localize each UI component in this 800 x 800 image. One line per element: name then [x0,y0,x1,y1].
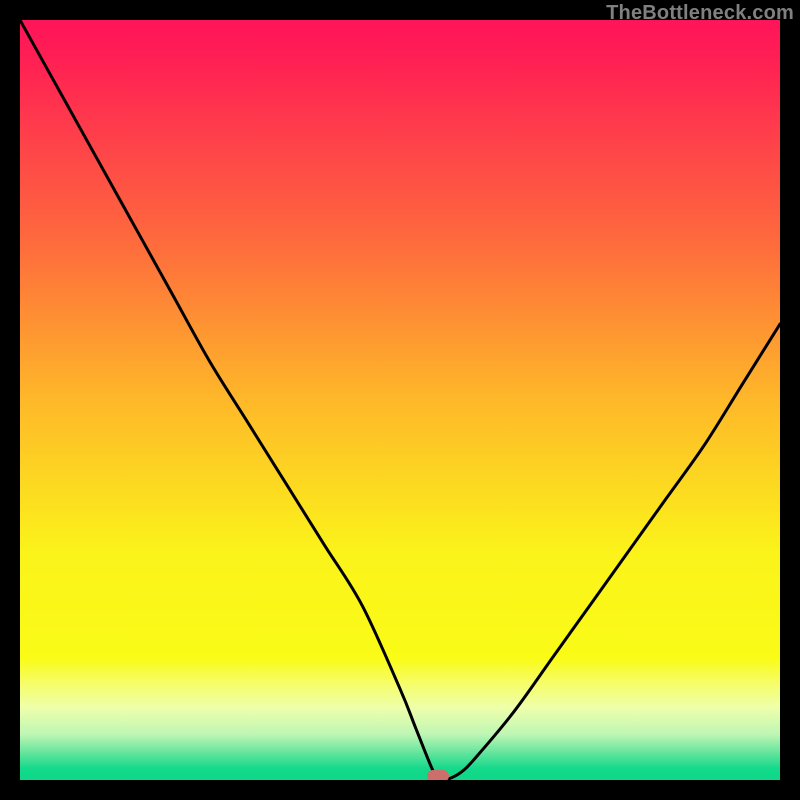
plot-area [20,20,780,780]
optimal-point-marker [427,770,449,780]
bottleneck-chart [20,20,780,780]
chart-frame: TheBottleneck.com [0,0,800,800]
gradient-background [20,20,780,780]
